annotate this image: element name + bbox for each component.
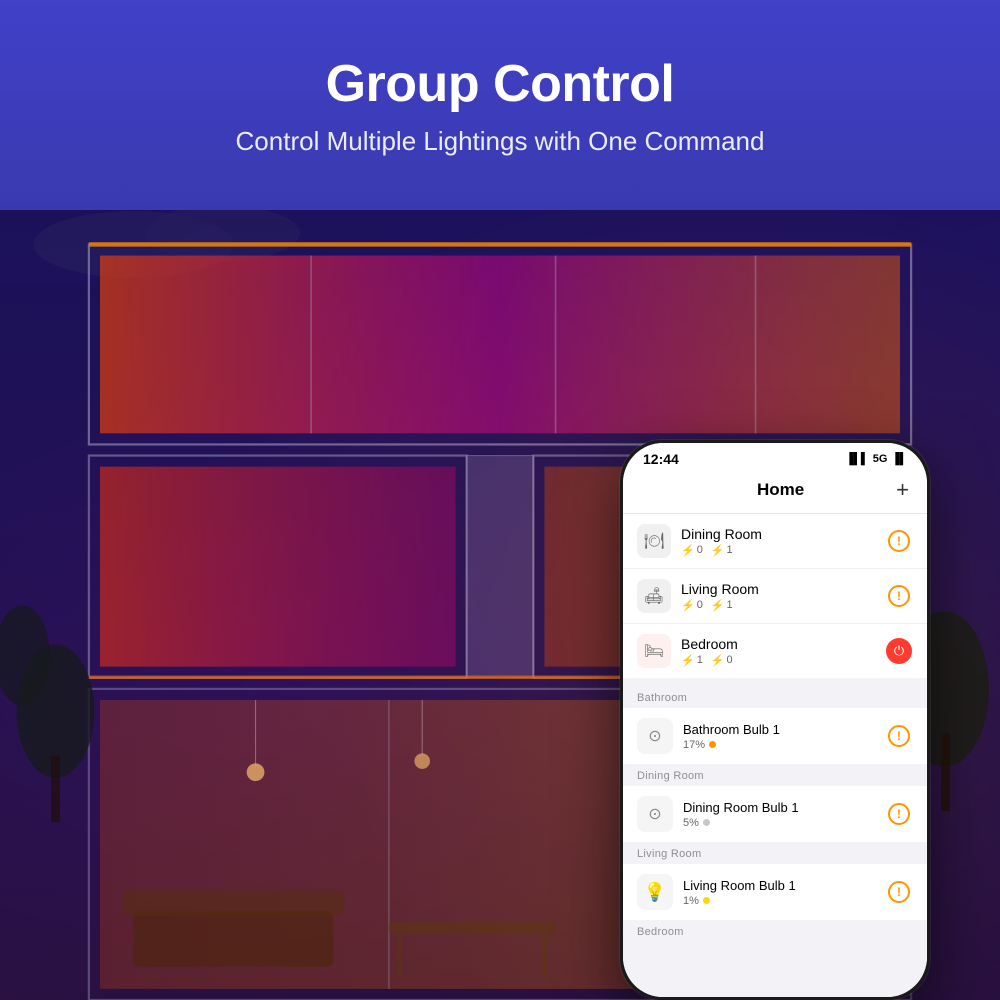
bathroom-bulb-info: Bathroom Bulb 1 17%: [683, 722, 885, 751]
bedroom-stat2: ⚡ 0: [711, 654, 733, 667]
living-room-icon: 🛋: [637, 579, 671, 613]
dining-action[interactable]: !: [885, 527, 913, 555]
network-label: 5G: [873, 453, 888, 465]
bedroom-name: Bedroom: [681, 636, 885, 652]
page-subtitle: Control Multiple Lightings with One Comm…: [236, 126, 765, 157]
battery-icon: ▐▌: [891, 453, 907, 465]
app-header: Home +: [623, 471, 927, 514]
living-section-header: Living Room: [623, 842, 927, 864]
bathroom-bulb-icon: ⊙: [637, 718, 673, 754]
bathroom-device-alert: !: [888, 725, 910, 747]
header-section: Group Control Control Multiple Lightings…: [0, 0, 1000, 210]
phone-mockup: 12:44 ▐▌▌ 5G ▐▌ Home +: [620, 440, 930, 1000]
app-title: Home: [757, 480, 804, 500]
room-item-bedroom[interactable]: 🛏 Bedroom ⚡ 1 ⚡ 0: [623, 624, 927, 678]
living-device-alert: !: [888, 881, 910, 903]
app-content: 🍽 Dining Room ⚡ 0 ⚡ 1: [623, 514, 927, 997]
bedroom-stats: ⚡ 1 ⚡ 0: [681, 654, 885, 667]
dining-bulb-icon: ⊙: [637, 796, 673, 832]
dining-device-action[interactable]: !: [885, 800, 913, 828]
bedroom-action[interactable]: ⏻: [885, 637, 913, 665]
status-icons: ▐▌▌ 5G ▐▌: [845, 453, 907, 465]
page-title: Group Control: [326, 54, 675, 114]
dining-alert-icon: !: [888, 530, 910, 552]
dining-device-section: Dining Room ⊙ Dining Room Bulb 1 5%: [623, 764, 927, 842]
bathroom-bulb-item[interactable]: ⊙ Bathroom Bulb 1 17% !: [623, 708, 927, 764]
signal-icon: ▐▌▌: [845, 453, 868, 465]
bedroom-stat1: ⚡ 1: [681, 654, 703, 667]
dining-bulb-status: 5%: [683, 817, 885, 829]
dining-stat1: ⚡ 0: [681, 544, 703, 557]
phone-outer: 12:44 ▐▌▌ 5G ▐▌ Home +: [620, 440, 930, 1000]
bedroom-device-section: Bedroom: [623, 920, 927, 942]
living-alert-icon: !: [888, 585, 910, 607]
dining-bulb-item[interactable]: ⊙ Dining Room Bulb 1 5% !: [623, 786, 927, 842]
dining-room-info: Dining Room ⚡ 0 ⚡ 1: [681, 526, 885, 557]
rooms-section: 🍽 Dining Room ⚡ 0 ⚡ 1: [623, 514, 927, 678]
dining-room-stats: ⚡ 0 ⚡ 1: [681, 544, 885, 557]
bedroom-section-header: Bedroom: [623, 920, 927, 942]
bathroom-section: Bathroom ⊙ Bathroom Bulb 1 17%: [623, 686, 927, 764]
bathroom-device-action[interactable]: !: [885, 722, 913, 750]
living-bulb-status: 1%: [683, 895, 885, 907]
living-bulb-info: Living Room Bulb 1 1%: [683, 878, 885, 907]
dining-device-alert: !: [888, 803, 910, 825]
living-room-name: Living Room: [681, 581, 885, 597]
dining-room-icon: 🍽: [637, 524, 671, 558]
living-action[interactable]: !: [885, 582, 913, 610]
bathroom-bulb-name: Bathroom Bulb 1: [683, 722, 885, 737]
living-stat1: ⚡ 0: [681, 599, 703, 612]
status-bar: 12:44 ▐▌▌ 5G ▐▌: [623, 443, 927, 471]
bathroom-section-header: Bathroom: [623, 686, 927, 708]
status-time: 12:44: [643, 451, 679, 467]
living-status-dot: [703, 897, 710, 904]
bathroom-bulb-status: 17%: [683, 739, 885, 751]
dining-stat2: ⚡ 1: [711, 544, 733, 557]
bathroom-status-dot: [709, 741, 716, 748]
add-button[interactable]: +: [896, 477, 909, 503]
living-room-stats: ⚡ 0 ⚡ 1: [681, 599, 885, 612]
living-device-section: Living Room 💡 Living Room Bulb 1 1%: [623, 842, 927, 920]
living-room-info: Living Room ⚡ 0 ⚡ 1: [681, 581, 885, 612]
dining-room-name: Dining Room: [681, 526, 885, 542]
living-stat2: ⚡ 1: [711, 599, 733, 612]
living-device-action[interactable]: !: [885, 878, 913, 906]
room-item-living[interactable]: 🛋 Living Room ⚡ 0 ⚡ 1: [623, 569, 927, 624]
bedroom-icon: 🛏: [637, 634, 671, 668]
page-wrapper: Group Control Control Multiple Lightings…: [0, 0, 1000, 1000]
living-bulb-item[interactable]: 💡 Living Room Bulb 1 1% !: [623, 864, 927, 920]
phone-inner: 12:44 ▐▌▌ 5G ▐▌ Home +: [623, 443, 927, 997]
living-bulb-icon: 💡: [637, 874, 673, 910]
bedroom-power-icon: ⏻: [886, 638, 912, 664]
room-item-dining[interactable]: 🍽 Dining Room ⚡ 0 ⚡ 1: [623, 514, 927, 569]
dining-status-dot: [703, 819, 710, 826]
bedroom-info: Bedroom ⚡ 1 ⚡ 0: [681, 636, 885, 667]
dining-bulb-name: Dining Room Bulb 1: [683, 800, 885, 815]
living-bulb-name: Living Room Bulb 1: [683, 878, 885, 893]
dining-bulb-info: Dining Room Bulb 1 5%: [683, 800, 885, 829]
dining-section-header: Dining Room: [623, 764, 927, 786]
